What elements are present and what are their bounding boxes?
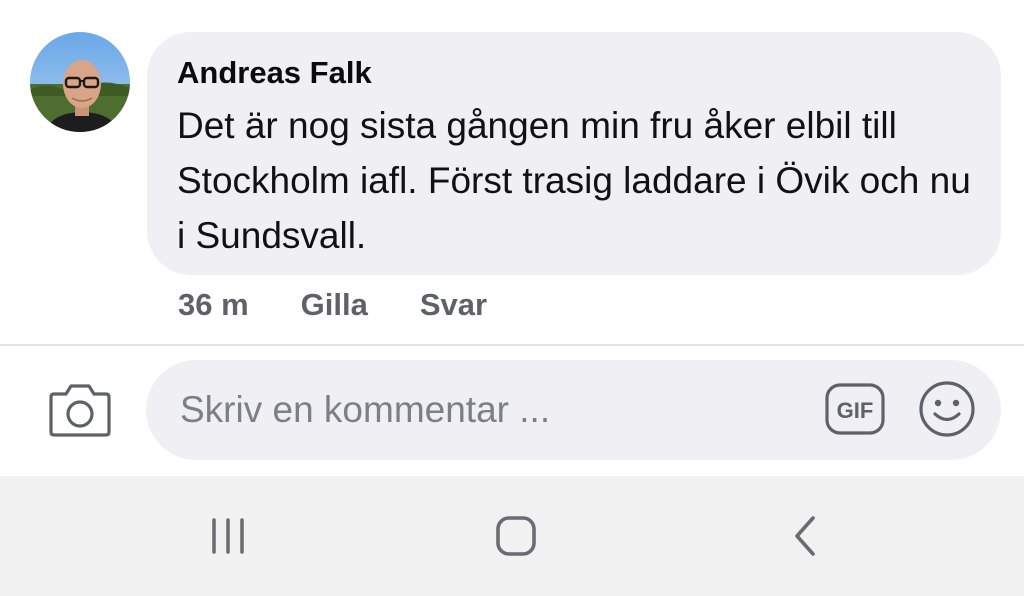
smiley-icon[interactable] [917, 379, 977, 439]
comment-text: Det är nog sista gången min fru åker elb… [177, 105, 971, 256]
divider [0, 344, 1024, 346]
gif-button[interactable]: GIF [825, 383, 885, 435]
back-icon[interactable] [746, 476, 866, 596]
comment-actions: 36 m Gilla Svar [178, 285, 487, 325]
profile-photo [30, 32, 130, 132]
comment-composer: GIF [146, 360, 1001, 460]
comment-timestamp: 36 m [178, 287, 249, 322]
like-button[interactable]: Gilla [301, 287, 368, 323]
comment-author[interactable]: Andreas Falk [177, 54, 971, 92]
comment-screen: Andreas Falk Det är nog sista gången min… [0, 0, 1024, 596]
system-navbar [0, 476, 1024, 596]
gif-label: GIF [837, 398, 874, 423]
recents-icon[interactable] [168, 476, 288, 596]
comment-bubble[interactable]: Andreas Falk Det är nog sista gången min… [147, 32, 1001, 275]
comment-input[interactable] [178, 388, 782, 432]
camera-icon[interactable] [48, 380, 112, 438]
avatar[interactable] [30, 32, 130, 132]
home-icon[interactable] [456, 476, 576, 596]
reply-button[interactable]: Svar [420, 287, 487, 323]
